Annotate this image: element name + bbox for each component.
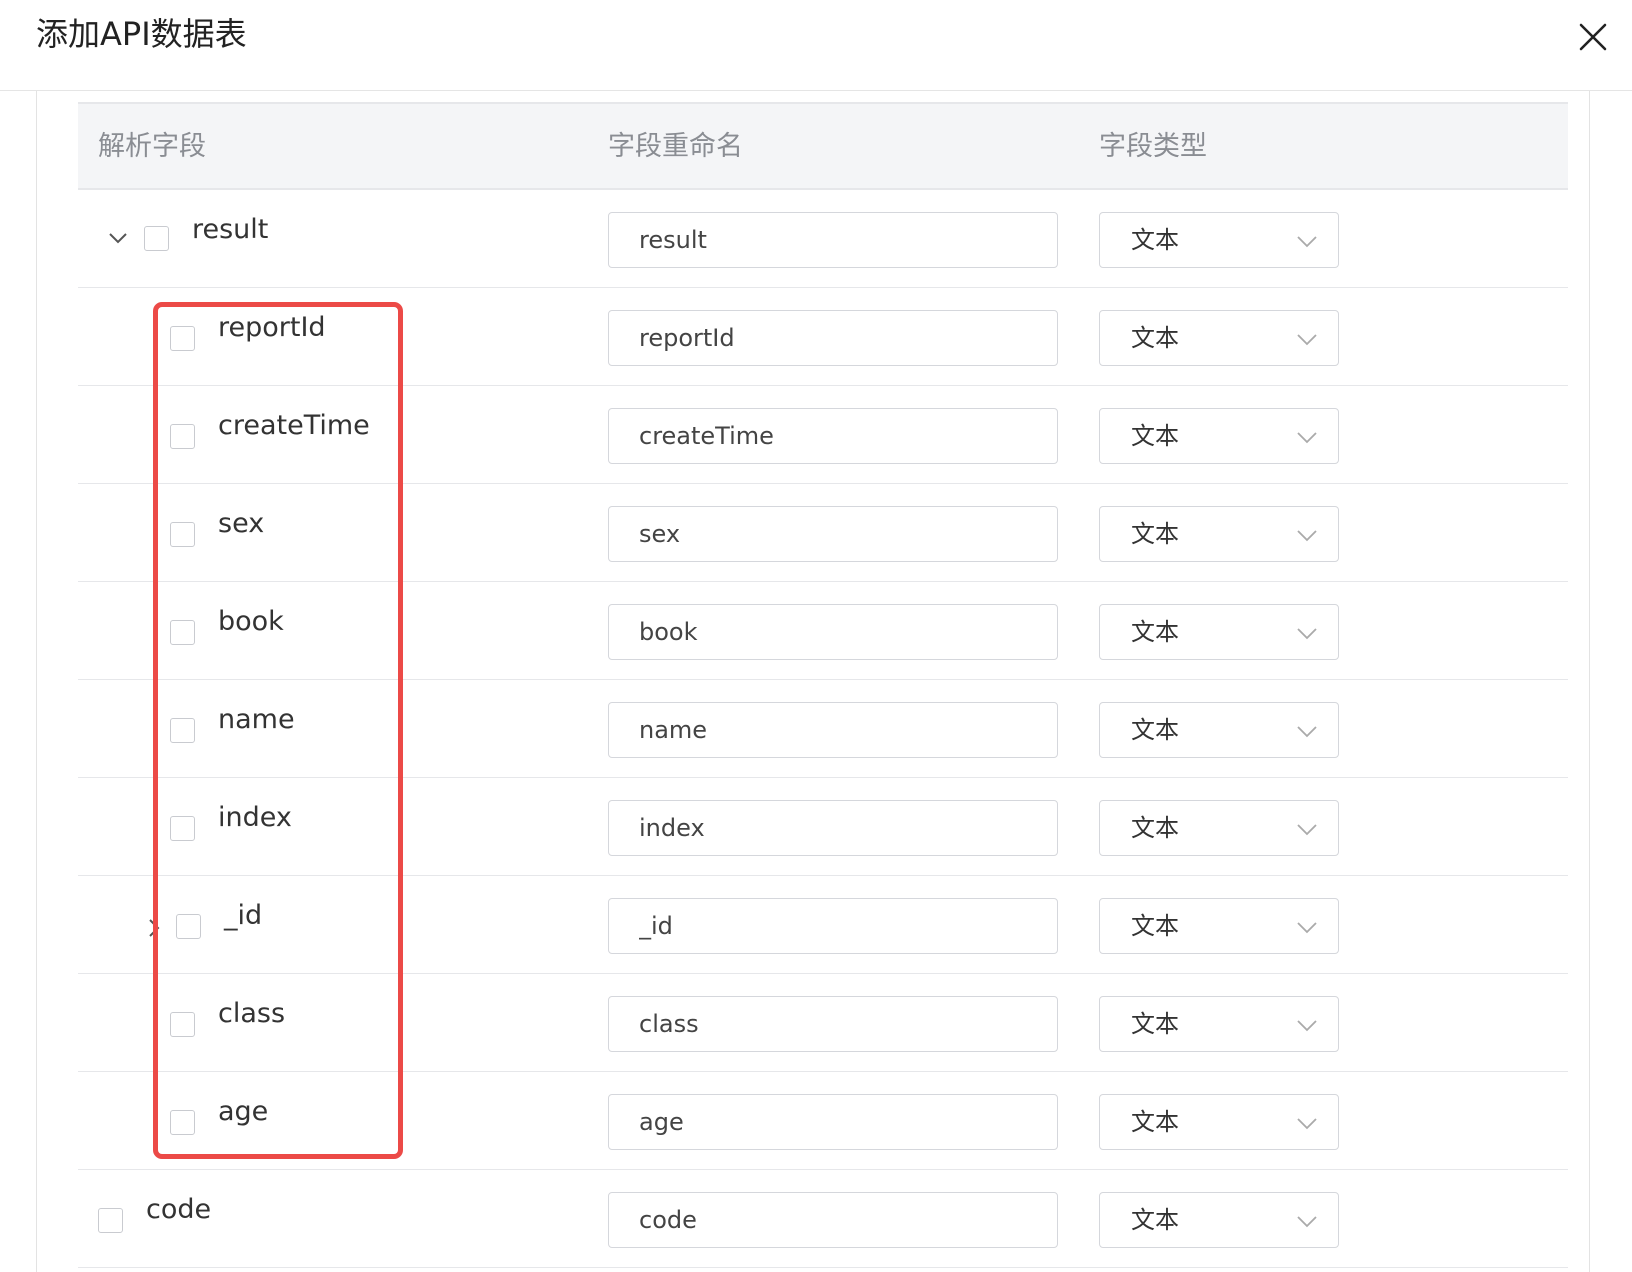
rename-input[interactable] — [608, 996, 1058, 1052]
type-select-value: 文本 — [1131, 716, 1179, 744]
type-select[interactable]: 文本 — [1099, 506, 1339, 562]
type-select[interactable]: 文本 — [1099, 996, 1339, 1052]
type-select[interactable]: 文本 — [1099, 1192, 1339, 1248]
table-row: book 文本 — [78, 582, 1568, 680]
rename-input[interactable] — [608, 1094, 1058, 1150]
type-select-value: 文本 — [1131, 324, 1179, 352]
type-select[interactable]: 文本 — [1099, 1094, 1339, 1150]
close-icon[interactable] — [1578, 22, 1608, 52]
row-checkbox[interactable] — [170, 718, 195, 743]
rename-input[interactable] — [608, 212, 1058, 268]
field-name: _id — [224, 900, 263, 931]
type-select[interactable]: 文本 — [1099, 898, 1339, 954]
chevron-down-icon — [1296, 231, 1318, 251]
table-header: 解析字段 字段重命名 字段类型 — [78, 102, 1568, 190]
rename-input[interactable] — [608, 408, 1058, 464]
chevron-down-icon[interactable] — [106, 226, 130, 250]
chevron-down-icon — [1296, 623, 1318, 643]
row-checkbox[interactable] — [170, 1012, 195, 1037]
row-checkbox[interactable] — [170, 424, 195, 449]
type-select-value: 文本 — [1131, 912, 1179, 940]
type-select-value: 文本 — [1131, 814, 1179, 842]
type-select[interactable]: 文本 — [1099, 408, 1339, 464]
left-divider — [36, 91, 37, 1272]
row-checkbox[interactable] — [170, 522, 195, 547]
header-parse-field: 解析字段 — [98, 131, 206, 162]
field-name: name — [218, 704, 295, 735]
field-name: age — [218, 1096, 269, 1127]
row-checkbox[interactable] — [176, 914, 201, 939]
field-name: result — [192, 214, 269, 245]
table-row: sex 文本 — [78, 484, 1568, 582]
field-name: book — [218, 606, 284, 637]
table-row: age 文本 — [78, 1072, 1568, 1170]
row-checkbox[interactable] — [170, 816, 195, 841]
rename-input[interactable] — [608, 800, 1058, 856]
table-row: result 文本 — [78, 190, 1568, 288]
type-select-value: 文本 — [1131, 1206, 1179, 1234]
row-checkbox[interactable] — [144, 226, 169, 251]
chevron-down-icon — [1296, 819, 1318, 839]
table-row: reportId 文本 — [78, 288, 1568, 386]
table-row: _id 文本 — [78, 876, 1568, 974]
type-select-value: 文本 — [1131, 520, 1179, 548]
table-row: index 文本 — [78, 778, 1568, 876]
type-select[interactable]: 文本 — [1099, 212, 1339, 268]
dialog-header: 添加API数据表 — [0, 0, 1632, 91]
type-select[interactable]: 文本 — [1099, 702, 1339, 758]
header-type: 字段类型 — [1099, 131, 1207, 162]
field-name: createTime — [218, 410, 370, 441]
chevron-down-icon — [1296, 525, 1318, 545]
type-select[interactable]: 文本 — [1099, 800, 1339, 856]
type-select[interactable]: 文本 — [1099, 604, 1339, 660]
type-select-value: 文本 — [1131, 422, 1179, 450]
field-name: index — [218, 802, 292, 833]
type-select-value: 文本 — [1131, 618, 1179, 646]
rename-input[interactable] — [608, 506, 1058, 562]
type-select-value: 文本 — [1131, 226, 1179, 254]
row-checkbox[interactable] — [170, 326, 195, 351]
row-checkbox[interactable] — [170, 620, 195, 645]
chevron-right-icon[interactable] — [142, 916, 166, 940]
table-row: class 文本 — [78, 974, 1568, 1072]
rename-input[interactable] — [608, 1192, 1058, 1248]
type-select[interactable]: 文本 — [1099, 310, 1339, 366]
field-table: 解析字段 字段重命名 字段类型 result 文本 reportId 文本 cr… — [78, 102, 1568, 1268]
chevron-down-icon — [1296, 917, 1318, 937]
table-row: name 文本 — [78, 680, 1568, 778]
rename-input[interactable] — [608, 702, 1058, 758]
row-checkbox[interactable] — [170, 1110, 195, 1135]
rename-input[interactable] — [608, 310, 1058, 366]
table-row: code 文本 — [78, 1170, 1568, 1268]
chevron-down-icon — [1296, 1211, 1318, 1231]
rename-input[interactable] — [608, 604, 1058, 660]
right-divider — [1589, 91, 1590, 1272]
chevron-down-icon — [1296, 427, 1318, 447]
type-select-value: 文本 — [1131, 1108, 1179, 1136]
chevron-down-icon — [1296, 721, 1318, 741]
field-name: class — [218, 998, 286, 1029]
header-rename: 字段重命名 — [608, 131, 743, 162]
field-name: sex — [218, 508, 265, 539]
chevron-down-icon — [1296, 1113, 1318, 1133]
type-select-value: 文本 — [1131, 1010, 1179, 1038]
dialog-title: 添加API数据表 — [36, 15, 247, 53]
chevron-down-icon — [1296, 1015, 1318, 1035]
field-name: reportId — [218, 312, 326, 343]
table-row: createTime 文本 — [78, 386, 1568, 484]
rename-input[interactable] — [608, 898, 1058, 954]
row-checkbox[interactable] — [98, 1208, 123, 1233]
field-name: code — [146, 1194, 212, 1225]
chevron-down-icon — [1296, 329, 1318, 349]
